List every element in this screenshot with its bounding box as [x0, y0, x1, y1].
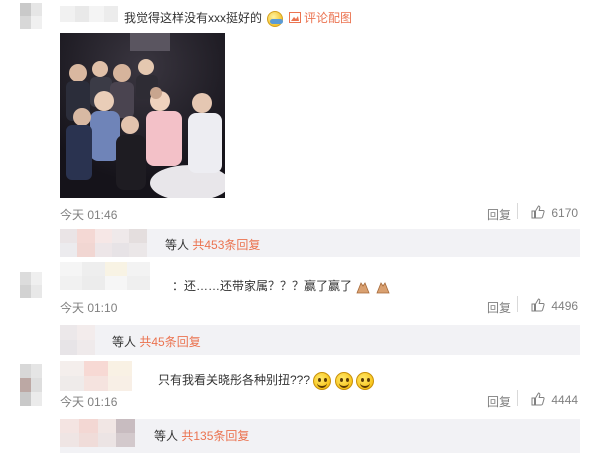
reply-button-1[interactable]: 回复 [487, 206, 511, 223]
reply-users-blur-1 [60, 229, 164, 257]
like-button-2[interactable]: 4496 [531, 298, 578, 315]
action-divider [517, 390, 518, 406]
comment-text-1-body: 我觉得这样没有xxx挺好的 [124, 11, 263, 25]
comment-image-link[interactable]: 评论配图 [304, 11, 352, 25]
thumb-up-icon [531, 205, 545, 222]
image-icon [288, 11, 301, 26]
reply-button-2[interactable]: 回复 [487, 299, 511, 316]
action-divider [517, 296, 518, 312]
reply-summary-suffix-3: 等人 [154, 429, 179, 443]
thumb-up-icon [531, 298, 545, 315]
comment-text-3-body: 只有我看关晓彤各种别扭??? [158, 373, 311, 387]
username-1[interactable] [60, 6, 118, 22]
smile-face-icon [334, 371, 353, 390]
reply-summary-suffix-2: 等人 [112, 335, 137, 349]
username-3[interactable] [60, 361, 156, 391]
avatar-1[interactable] [20, 3, 42, 29]
username-2[interactable] [60, 262, 172, 290]
comment-text-3: 只有我看关晓彤各种别扭??? [158, 371, 375, 390]
smile-face-icon [356, 371, 375, 390]
avatar-2[interactable] [20, 272, 42, 298]
blush-face-icon [267, 10, 284, 27]
comment-time-1: 今天 01:46 [60, 208, 118, 222]
reply-users-blur-3 [60, 419, 154, 447]
like-count-2: 4496 [551, 298, 579, 313]
reply-summary-3[interactable]: 等人 共135条回复 [60, 419, 580, 453]
like-count-1: 6170 [551, 205, 579, 220]
reply-summary-suffix-1: 等人 [165, 238, 190, 252]
comment-time-2: 今天 01:10 [60, 301, 118, 315]
like-count-3: 4444 [551, 392, 579, 407]
reply-count-link-1[interactable]: 共453条回复 [192, 238, 260, 252]
action-divider [517, 203, 518, 219]
thumb-up-icon [531, 392, 545, 409]
reply-count-link-3[interactable]: 共135条回复 [181, 429, 249, 443]
reply-summary-text-2: 等人 共45条回复 [112, 333, 201, 350]
like-button-3[interactable]: 4444 [531, 392, 578, 409]
pray-hands-icon [355, 280, 371, 294]
reply-summary-text-3: 等人 共135条回复 [154, 427, 249, 444]
pray-hands-icon [375, 280, 391, 294]
comment-text-1: 我觉得这样没有xxx挺好的 评论配图 [124, 9, 352, 27]
avatar-3[interactable] [20, 364, 42, 406]
reply-button-3[interactable]: 回复 [487, 393, 511, 410]
like-button-1[interactable]: 6170 [531, 205, 578, 222]
comment-time-3: 今天 01:16 [60, 395, 118, 409]
comment-text-2: ：还……还带家属？？？赢了赢了 [172, 277, 391, 294]
reply-summary-1[interactable]: 等人 共453条回复 [60, 229, 580, 257]
comment-text-2-body: ：还……还带家属？？？赢了赢了 [172, 279, 353, 293]
reply-summary-text-1: 等人 共453条回复 [165, 236, 260, 253]
smile-face-icon [313, 371, 332, 390]
reply-users-blur-2 [60, 325, 112, 355]
reply-count-link-2[interactable]: 共45条回复 [139, 335, 200, 349]
reply-summary-2[interactable]: 等人 共45条回复 [60, 325, 580, 355]
comment-photo[interactable] [60, 33, 225, 198]
